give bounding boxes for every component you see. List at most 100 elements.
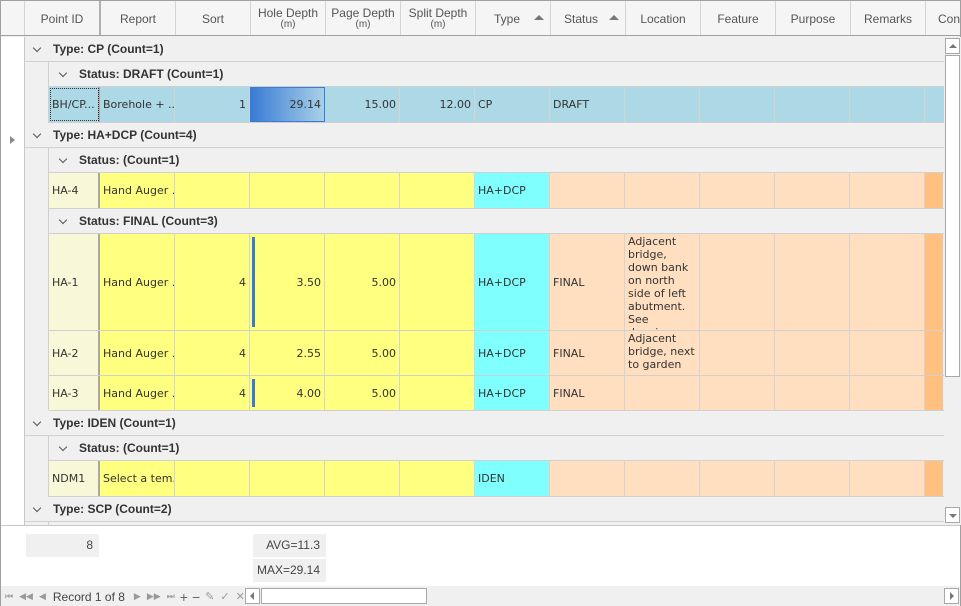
cell-sort[interactable] [175,173,250,208]
cell-purpose[interactable] [775,461,850,496]
prev-record-icon[interactable]: ◀ [39,591,46,602]
cell-purpose[interactable] [775,376,850,410]
cell-split-depth[interactable] [400,234,475,330]
end-edit-icon[interactable]: ✓ [220,590,229,603]
column-header-point-id[interactable]: Point ID [25,1,101,35]
cell-page-depth[interactable] [325,173,400,208]
cell-cont[interactable] [925,87,943,122]
group-row-status-draft[interactable]: Status: DRAFT (Count=1) [49,62,944,87]
vertical-scrollbar[interactable] [944,37,961,525]
cell-split-depth[interactable] [400,331,475,375]
cell-type[interactable]: HA+DCP [475,173,550,208]
cell-page-depth[interactable]: 5.00 [325,234,400,330]
column-header-type[interactable]: Type [476,1,551,35]
cell-split-depth[interactable] [400,173,475,208]
first-record-icon[interactable]: ⏮ [5,591,13,602]
cell-purpose[interactable] [775,331,850,375]
cell-cont[interactable] [925,331,943,375]
cell-sort[interactable]: 1 [175,87,250,122]
cell-cont[interactable] [925,173,943,208]
cell-hole-depth[interactable]: 4.00 [250,376,325,410]
cell-sort[interactable]: 4 [175,234,250,330]
cell-hole-depth[interactable]: 2.55 [250,331,325,375]
table-row[interactable]: HA-2 Hand Auger ... 4 2.55 5.00 HA+DCP F… [49,331,944,376]
cell-status[interactable]: FINAL [550,376,625,410]
group-row-status-final[interactable]: Status: FINAL (Count=3) [49,209,944,234]
column-header-feature[interactable]: Feature [701,1,776,35]
cell-report[interactable]: Hand Auger ... [100,376,175,410]
scroll-left-button[interactable] [245,588,260,604]
cancel-edit-icon[interactable]: ✕ [236,590,245,603]
column-header-hole-depth[interactable]: Hole Depth (m) [251,1,326,35]
cell-split-depth[interactable]: 12.00 [400,87,475,122]
cell-hole-depth[interactable] [250,461,325,496]
cell-cont[interactable] [925,461,943,496]
column-header-purpose[interactable]: Purpose [776,1,851,35]
column-header-status[interactable]: Status [551,1,626,35]
cell-purpose[interactable] [775,173,850,208]
cell-status[interactable]: DRAFT [550,87,625,122]
column-header-page-depth[interactable]: Page Depth (m) [326,1,401,35]
table-row[interactable]: HA-3 Hand Auger ... 4 4.00 5.00 HA+DCP F… [49,376,944,411]
chevron-down-icon[interactable] [33,418,43,428]
cell-remarks[interactable] [850,234,925,330]
horizontal-scroll-thumb[interactable] [261,588,427,604]
group-row-type-iden[interactable]: Type: IDEN (Count=1) [25,411,944,436]
cell-status[interactable] [550,173,625,208]
cell-cont[interactable] [925,234,943,330]
chevron-down-icon[interactable] [33,504,43,514]
chevron-down-icon[interactable] [59,216,69,226]
group-row-status-blank[interactable]: Status: (Count=1) [49,148,944,173]
column-header-sort[interactable]: Sort [176,1,251,35]
horizontal-scrollbar[interactable] [245,588,960,605]
cell-feature[interactable] [700,331,775,375]
cell-point-id[interactable]: BH/CP... [49,87,100,122]
cell-remarks[interactable] [850,461,925,496]
cell-feature[interactable] [700,376,775,410]
cell-report[interactable]: Hand Auger ... [100,234,175,330]
cell-point-id[interactable]: NDM1 [49,461,100,496]
cell-purpose[interactable] [775,87,850,122]
column-header-remarks[interactable]: Remarks [851,1,926,35]
cell-report[interactable]: Hand Auger ... [100,173,175,208]
append-record-icon[interactable]: + [180,589,188,605]
cell-remarks[interactable] [850,173,925,208]
scroll-right-button[interactable] [944,588,959,604]
cell-location[interactable]: Adjacent bridge, next to garden [625,331,700,375]
column-header-report[interactable]: Report [101,1,176,35]
cell-type[interactable]: HA+DCP [475,331,550,375]
delete-record-icon[interactable]: − [192,589,200,605]
chevron-down-icon[interactable] [33,130,43,140]
chevron-down-icon[interactable] [33,44,43,54]
chevron-down-icon[interactable] [59,155,69,165]
cell-remarks[interactable] [850,331,925,375]
cell-split-depth[interactable] [400,376,475,410]
prev-page-icon[interactable]: ◀◀ [19,591,33,602]
table-row[interactable]: BH/CP... Borehole + ... 1 29.14 15.00 12… [49,87,944,123]
group-row-type-scp[interactable]: Type: SCP (Count=2) [25,497,944,522]
chevron-down-icon[interactable] [59,69,69,79]
cell-location[interactable] [625,376,700,410]
table-row[interactable]: HA-4 Hand Auger ... HA+DCP [49,173,944,209]
cell-sort[interactable]: 4 [175,376,250,410]
cell-point-id[interactable]: HA-2 [49,331,100,375]
group-row-type-cp[interactable]: Type: CP (Count=1) [25,37,944,62]
column-header-split-depth[interactable]: Split Depth (m) [401,1,476,35]
cell-point-id[interactable]: HA-1 [49,234,100,330]
scroll-down-button[interactable] [945,507,960,523]
table-row[interactable]: HA-1 Hand Auger ... 4 3.50 5.00 HA+DCP F… [49,234,944,331]
column-header-cont[interactable]: Cont [926,1,960,35]
cell-page-depth[interactable]: 5.00 [325,331,400,375]
cell-type[interactable]: HA+DCP [475,234,550,330]
cell-feature[interactable] [700,87,775,122]
cell-point-id[interactable]: HA-3 [49,376,100,410]
cell-page-depth[interactable]: 5.00 [325,376,400,410]
cell-point-id[interactable]: HA-4 [49,173,100,208]
cell-sort[interactable]: 4 [175,331,250,375]
cell-type[interactable]: HA+DCP [475,376,550,410]
cell-hole-depth[interactable]: 3.50 [250,234,325,330]
cell-remarks[interactable] [850,376,925,410]
group-row-status-blank[interactable]: Status: (Count=1) [49,436,944,461]
cell-cont[interactable] [925,376,943,410]
cell-hole-depth[interactable]: 29.14 [250,87,325,122]
